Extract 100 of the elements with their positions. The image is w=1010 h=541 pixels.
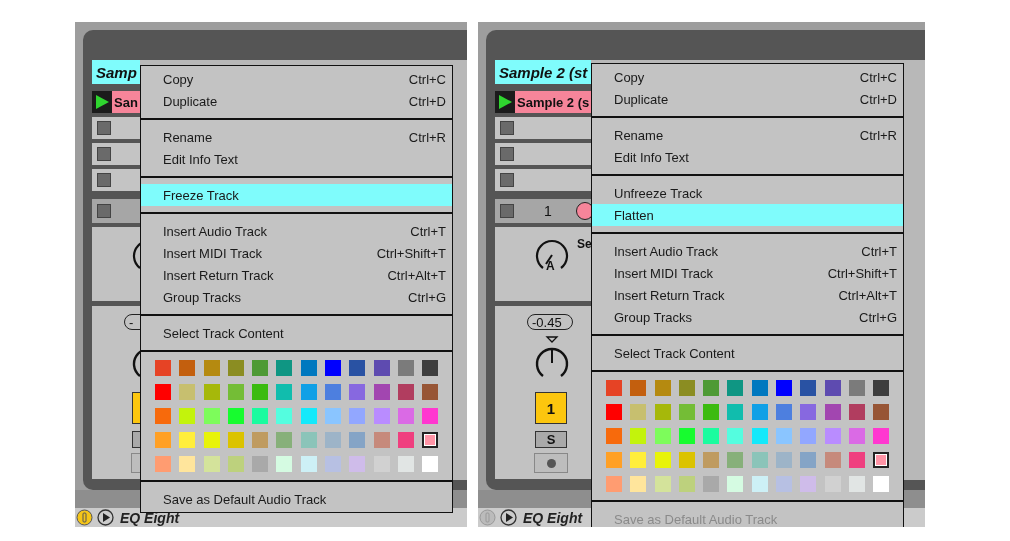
color-swatch[interactable] [155, 384, 171, 400]
color-swatch[interactable] [203, 432, 220, 448]
color-swatch[interactable] [727, 428, 744, 444]
color-swatch[interactable] [873, 380, 890, 396]
color-swatch[interactable] [824, 452, 841, 468]
menu-item[interactable]: Duplicate Ctrl+D [141, 90, 452, 112]
color-swatch[interactable] [703, 452, 720, 468]
color-swatch[interactable] [606, 404, 622, 420]
color-swatch[interactable] [776, 452, 793, 468]
color-swatch[interactable] [654, 452, 671, 468]
color-swatch[interactable] [325, 456, 342, 472]
color-swatch[interactable] [155, 408, 171, 424]
color-swatch[interactable] [349, 384, 366, 400]
color-swatch[interactable] [678, 476, 695, 492]
color-swatch[interactable] [276, 384, 293, 400]
color-swatch[interactable] [373, 384, 390, 400]
color-swatch[interactable] [227, 408, 244, 424]
menu-item[interactable]: Rename Ctrl+R [141, 126, 452, 148]
color-swatch[interactable] [325, 432, 342, 448]
solo-button[interactable]: S [535, 431, 567, 448]
arm-button[interactable] [534, 453, 568, 473]
menu-item[interactable]: Select Track Content [141, 322, 452, 344]
color-swatch[interactable] [397, 384, 414, 400]
color-swatch[interactable] [300, 408, 317, 424]
color-swatch[interactable] [606, 452, 622, 468]
color-swatch[interactable] [422, 432, 439, 448]
color-swatch[interactable] [873, 404, 890, 420]
color-swatch[interactable] [227, 456, 244, 472]
stop-button[interactable] [500, 173, 514, 187]
color-swatch[interactable] [630, 452, 647, 468]
color-swatch[interactable] [300, 432, 317, 448]
color-swatch[interactable] [179, 408, 196, 424]
color-swatch[interactable] [300, 456, 317, 472]
color-swatch[interactable] [397, 432, 414, 448]
menu-item[interactable]: Flatten [592, 204, 903, 226]
color-swatch[interactable] [325, 360, 342, 376]
color-swatch[interactable] [873, 428, 890, 444]
color-swatch[interactable] [776, 404, 793, 420]
color-swatch[interactable] [776, 380, 793, 396]
color-swatch[interactable] [397, 360, 414, 376]
color-swatch[interactable] [276, 360, 293, 376]
color-swatch[interactable] [397, 456, 414, 472]
color-swatch[interactable] [179, 432, 196, 448]
color-swatch[interactable] [654, 380, 671, 396]
color-swatch[interactable] [422, 384, 439, 400]
color-swatch[interactable] [873, 476, 890, 492]
color-swatch[interactable] [252, 408, 269, 424]
stop-button[interactable] [500, 121, 514, 135]
menu-item[interactable]: Save as Default Audio Track [141, 488, 452, 510]
color-swatch[interactable] [252, 384, 269, 400]
color-swatch[interactable] [800, 476, 817, 492]
color-swatch[interactable] [703, 476, 720, 492]
menu-item[interactable]: Insert Return Track Ctrl+Alt+T [141, 264, 452, 286]
color-swatch[interactable] [630, 404, 647, 420]
menu-item[interactable]: Edit Info Text [141, 148, 452, 170]
color-swatch[interactable] [727, 476, 744, 492]
play-icon[interactable] [95, 95, 109, 109]
menu-item[interactable]: Insert Return Track Ctrl+Alt+T [592, 284, 903, 306]
color-swatch[interactable] [349, 408, 366, 424]
track-checkbox[interactable] [500, 204, 514, 218]
color-swatch[interactable] [422, 456, 439, 472]
color-swatch[interactable] [751, 476, 768, 492]
color-swatch[interactable] [678, 452, 695, 468]
color-swatch[interactable] [422, 360, 439, 376]
menu-item[interactable]: Edit Info Text [592, 146, 903, 168]
color-swatch[interactable] [751, 404, 768, 420]
color-swatch[interactable] [751, 380, 768, 396]
color-swatch[interactable] [349, 456, 366, 472]
color-swatch[interactable] [276, 408, 293, 424]
menu-item[interactable]: Insert Audio Track Ctrl+T [592, 240, 903, 262]
color-swatch[interactable] [727, 452, 744, 468]
color-swatch[interactable] [824, 404, 841, 420]
menu-item[interactable]: Group Tracks Ctrl+G [141, 286, 452, 308]
color-swatch[interactable] [800, 404, 817, 420]
color-swatch[interactable] [873, 452, 890, 468]
menu-item[interactable]: Select Track Content [592, 342, 903, 364]
color-swatch[interactable] [800, 452, 817, 468]
color-swatch[interactable] [300, 384, 317, 400]
menu-item[interactable]: Insert MIDI Track Ctrl+Shift+T [592, 262, 903, 284]
color-swatch[interactable] [252, 432, 269, 448]
color-swatch[interactable] [227, 360, 244, 376]
menu-item[interactable]: Insert MIDI Track Ctrl+Shift+T [141, 242, 452, 264]
color-swatch[interactable] [800, 428, 817, 444]
color-swatch[interactable] [654, 428, 671, 444]
color-swatch[interactable] [703, 404, 720, 420]
color-swatch[interactable] [179, 360, 196, 376]
color-swatch[interactable] [824, 428, 841, 444]
color-swatch[interactable] [203, 384, 220, 400]
color-swatch[interactable] [776, 476, 793, 492]
track-checkbox[interactable] [97, 204, 111, 218]
menu-item[interactable]: Group Tracks Ctrl+G [592, 306, 903, 328]
play-icon[interactable] [500, 509, 517, 526]
color-swatch[interactable] [654, 476, 671, 492]
menu-item[interactable]: Copy Ctrl+C [141, 68, 452, 90]
color-swatch[interactable] [703, 380, 720, 396]
color-swatch[interactable] [751, 452, 768, 468]
color-swatch[interactable] [227, 432, 244, 448]
color-swatch[interactable] [848, 380, 865, 396]
color-swatch[interactable] [276, 456, 293, 472]
color-swatch[interactable] [325, 408, 342, 424]
